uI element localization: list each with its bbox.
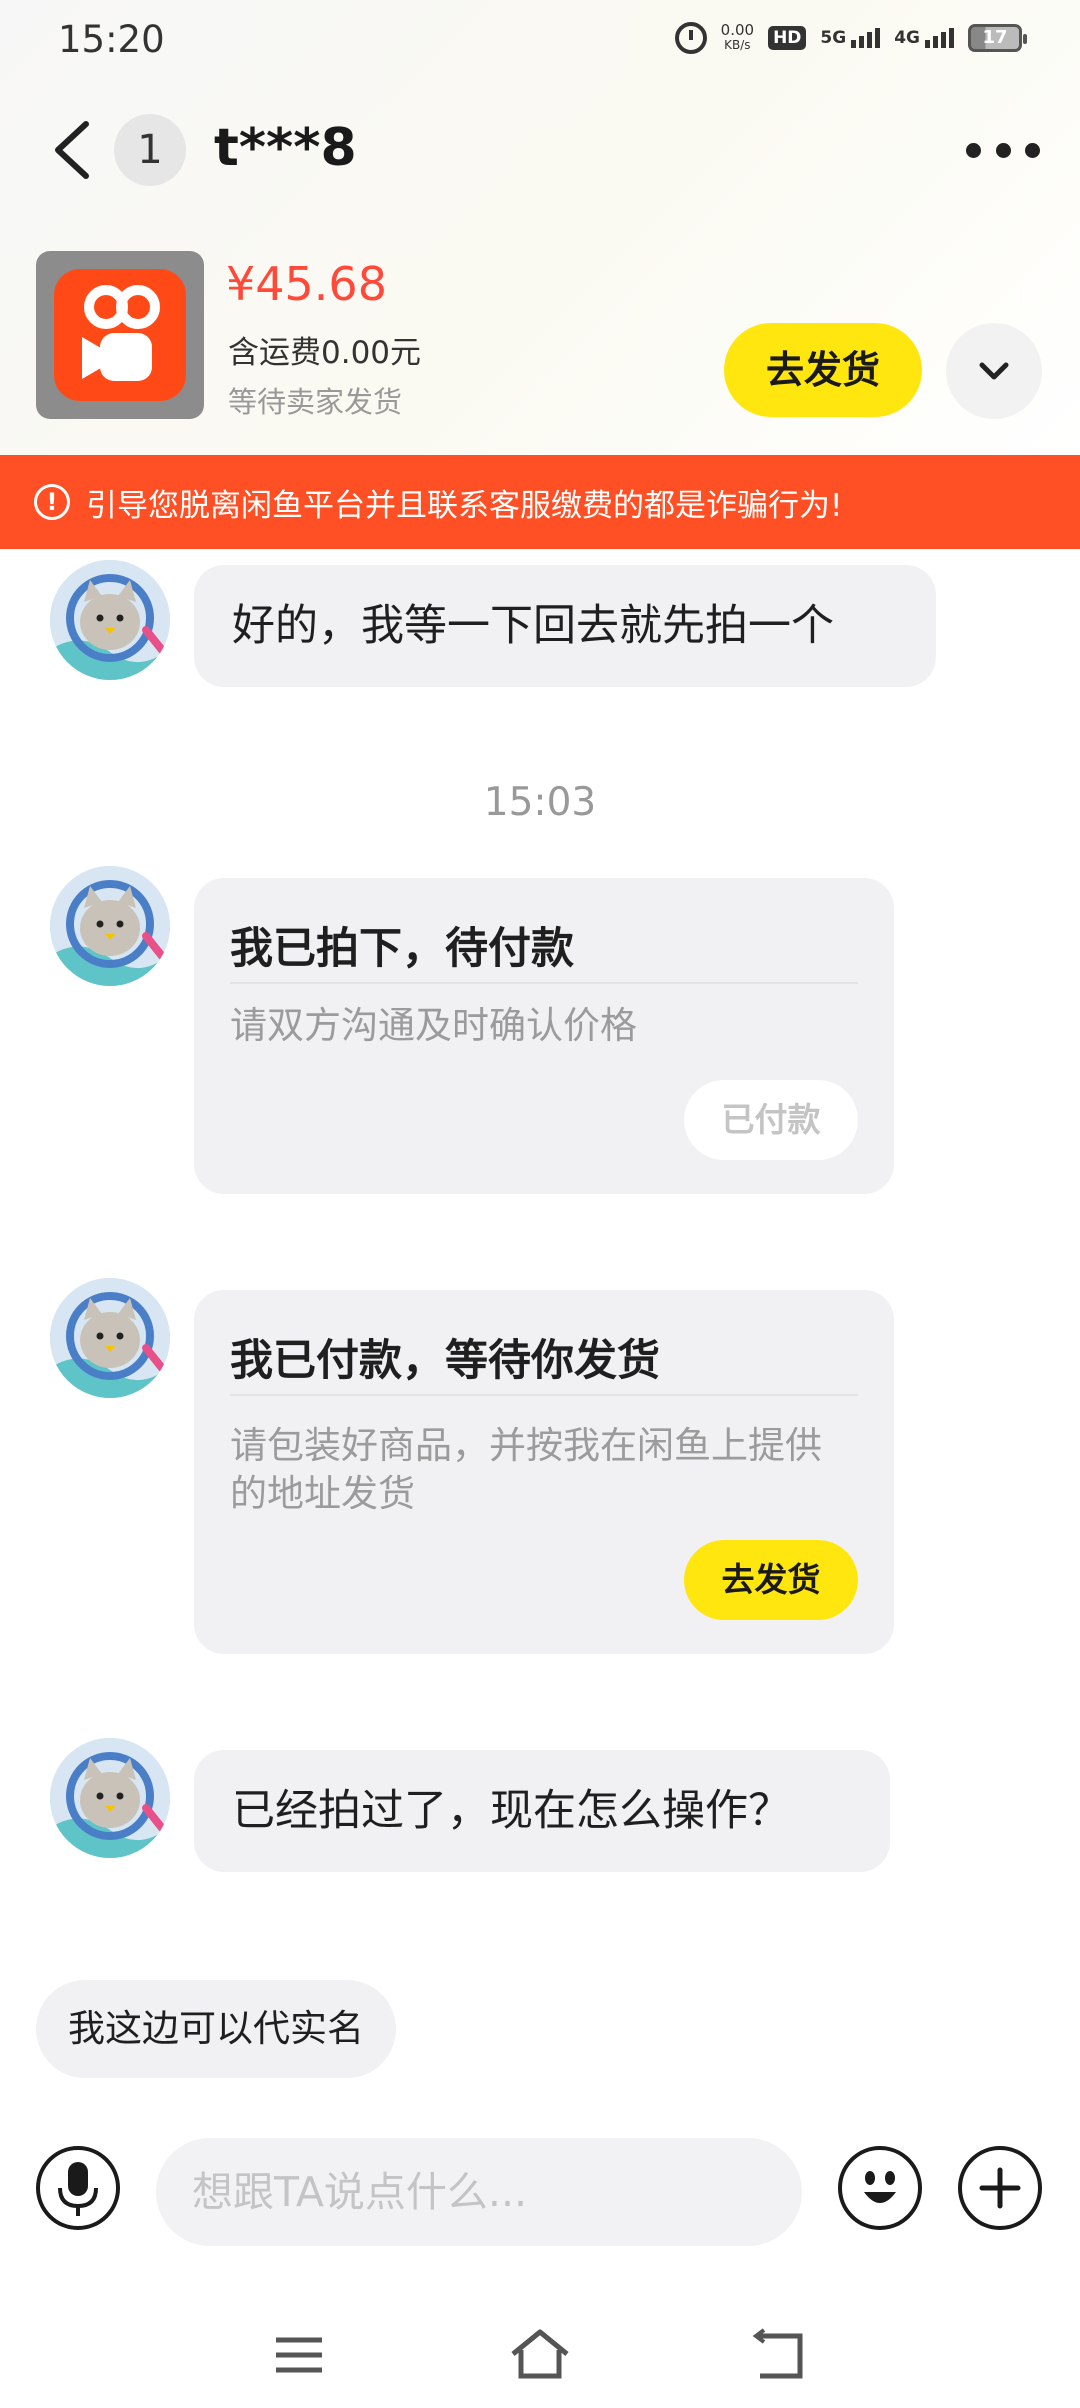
emoji-icon	[864, 2171, 896, 2203]
message-text: 已经拍过了，现在怎么操作？	[232, 1786, 791, 1836]
voice-button[interactable]	[36, 2146, 120, 2230]
card-title: 我已拍下，待付款	[230, 924, 574, 974]
peer-avatar[interactable]	[50, 1278, 170, 1398]
back-button[interactable]	[50, 120, 94, 180]
input-bar	[0, 2118, 1080, 2268]
signal-4g-icon: 4G	[894, 28, 954, 48]
home-icon	[511, 2329, 569, 2379]
cat-avatar-icon	[50, 1278, 170, 1398]
card-divider	[230, 1394, 858, 1396]
peer-avatar[interactable]	[50, 560, 170, 680]
speed-unit: KB/s	[724, 38, 751, 52]
product-shipping: 含运费0.00元	[228, 335, 422, 371]
warning-icon: !	[34, 484, 70, 520]
signal-5g-icon: 5G	[820, 28, 881, 48]
card-divider	[230, 982, 858, 984]
order-status: 等待卖家发货	[228, 385, 403, 419]
network-speed: 0.00 KB/s	[721, 23, 754, 53]
peer-avatar[interactable]	[50, 1738, 170, 1858]
time-separator: 15:03	[483, 780, 597, 825]
cat-avatar-icon	[50, 560, 170, 680]
cat-avatar-icon	[50, 866, 170, 986]
message-text: 好的，我等一下回去就先拍一个	[232, 601, 834, 651]
menu-icon	[276, 2337, 322, 2373]
battery-icon: 17	[968, 24, 1027, 52]
status-time: 15:20	[58, 18, 165, 61]
order-card-pending-payment[interactable]: 我已拍下，待付款 请双方沟通及时确认价格 已付款	[194, 878, 894, 1194]
hd-voice-icon: HD	[768, 26, 807, 50]
expand-button[interactable]	[946, 323, 1042, 419]
nav-back-button[interactable]	[746, 2320, 816, 2390]
chat-header: 1 t***8	[0, 100, 1080, 200]
alarm-icon	[674, 22, 707, 54]
status-bar: 15:20 0.00 KB/s HD 5G 4G 17	[0, 0, 1080, 84]
paid-button[interactable]: 已付款	[684, 1080, 858, 1160]
more-dots-icon	[966, 142, 981, 158]
card-description: 请双方沟通及时确认价格	[230, 1004, 637, 1047]
product-thumbnail[interactable]	[36, 251, 204, 419]
ship-button[interactable]: 去发货	[724, 323, 922, 417]
ship-button-card[interactable]: 去发货	[684, 1540, 858, 1620]
more-button[interactable]	[966, 130, 1040, 170]
message-input[interactable]	[156, 2138, 802, 2246]
signal-4g-label: 4G	[894, 28, 920, 48]
back-return-icon	[752, 2328, 803, 2379]
signal-5g-label: 5G	[820, 28, 847, 48]
chevron-down-icon	[979, 362, 1009, 380]
message-bubble[interactable]: 好的，我等一下回去就先拍一个	[194, 565, 936, 687]
plus-button[interactable]	[958, 2146, 1042, 2230]
emoji-button[interactable]	[838, 2146, 922, 2230]
order-card-awaiting-shipment[interactable]: 我已付款，等待你发货 请包装好商品，并按我在闲鱼上提供的地址发货 去发货	[194, 1290, 894, 1654]
speed-value: 0.00	[720, 21, 755, 39]
card-title: 我已付款，等待你发货	[230, 1336, 660, 1386]
microphone-icon	[58, 2162, 98, 2216]
plus-icon	[979, 2167, 1021, 2209]
warning-text: 引导您脱离闲鱼平台并且联系客服缴费的都是诈骗行为!	[86, 487, 843, 524]
card-description: 请包装好商品，并按我在闲鱼上提供的地址发货	[230, 1424, 822, 1515]
peer-avatar[interactable]	[50, 866, 170, 986]
nav-home-button[interactable]	[505, 2320, 575, 2390]
app-logo-icon	[54, 269, 186, 401]
status-icons: 0.00 KB/s HD 5G 4G 17	[674, 22, 1027, 54]
message-bubble[interactable]: 已经拍过了，现在怎么操作？	[194, 1750, 890, 1872]
product-card[interactable]: ¥45.68 含运费0.00元 等待卖家发货 去发货	[0, 245, 1080, 425]
unread-count-badge[interactable]: 1	[114, 114, 186, 186]
nav-menu-button[interactable]	[264, 2320, 334, 2390]
peer-name: t***8	[214, 118, 357, 178]
system-nav-bar	[0, 2300, 1080, 2408]
chevron-left-icon	[55, 121, 89, 179]
product-price: ¥45.68	[226, 257, 387, 311]
cat-avatar-icon	[50, 1738, 170, 1858]
quick-reply-bubble[interactable]: 我这边可以代实名	[36, 1980, 396, 2078]
fraud-warning-banner: ! 引导您脱离闲鱼平台并且联系客服缴费的都是诈骗行为!	[0, 455, 1080, 549]
